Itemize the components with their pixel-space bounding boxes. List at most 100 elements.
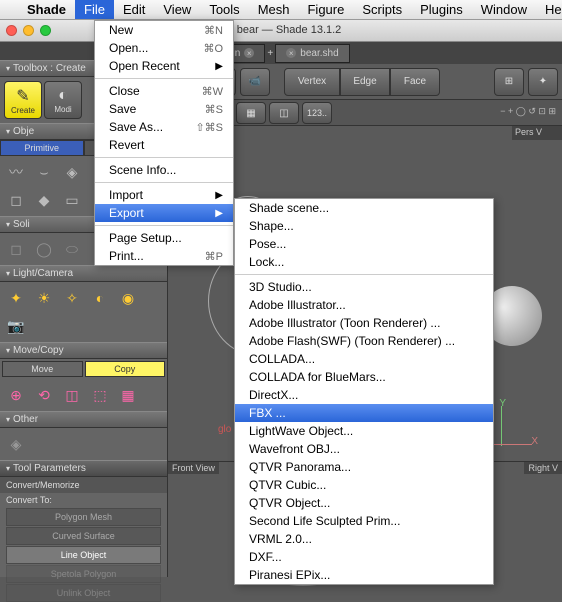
tool-parameters-header[interactable]: Tool Parameters	[0, 460, 167, 477]
menu-view[interactable]: View	[154, 0, 200, 19]
export-wavefront-obj[interactable]: Wavefront OBJ...	[235, 440, 493, 458]
other-header[interactable]: Other	[0, 411, 167, 428]
light-camera-header[interactable]: Light/Camera	[0, 265, 167, 282]
export-qtvr-panorama[interactable]: QTVR Panorama...	[235, 458, 493, 476]
menu-open-recent[interactable]: Open Recent▶	[95, 57, 233, 75]
export-qtvr-object[interactable]: QTVR Object...	[235, 494, 493, 512]
menu-edit[interactable]: Edit	[114, 0, 154, 19]
close-icon[interactable]: ×	[244, 48, 254, 58]
menu-export[interactable]: Export▶	[95, 204, 233, 222]
toolbar-icon[interactable]: ◫	[269, 102, 299, 124]
face-mode-button[interactable]: Face	[390, 68, 440, 96]
solid-icon[interactable]: ⬭	[60, 237, 84, 261]
transform-icon[interactable]: ⬚	[88, 383, 112, 407]
export-3dstudio[interactable]: 3D Studio...	[235, 278, 493, 296]
export-dxf[interactable]: DXF...	[235, 548, 493, 566]
modify-tool-button[interactable]: ◐Modi	[44, 81, 82, 119]
light-icon[interactable]: ☀	[32, 286, 56, 310]
menu-save-as[interactable]: Save As...⇧⌘S	[95, 118, 233, 136]
menu-file[interactable]: File	[75, 0, 114, 19]
shape-icon[interactable]: ◈	[60, 160, 84, 184]
menu-scene-info[interactable]: Scene Info...	[95, 161, 233, 179]
export-lightwave[interactable]: LightWave Object...	[235, 422, 493, 440]
menu-tools[interactable]: Tools	[200, 0, 248, 19]
menu-save[interactable]: Save⌘S	[95, 100, 233, 118]
cube-icon[interactable]: ◻	[4, 188, 28, 212]
zoom-window-button[interactable]	[40, 25, 51, 36]
move-copy-header[interactable]: Move/Copy	[0, 342, 167, 359]
export-piranesi[interactable]: Piranesi EPix...	[235, 566, 493, 584]
primitive-tab[interactable]: Primitive	[0, 140, 84, 156]
convert-curved-surface[interactable]: Curved Surface	[6, 527, 161, 545]
export-illustrator[interactable]: Adobe Illustrator...	[235, 296, 493, 314]
menu-revert[interactable]: Revert	[95, 136, 233, 154]
menu-page-setup[interactable]: Page Setup...	[95, 229, 233, 247]
other-icon[interactable]: ◈	[4, 432, 28, 456]
u-curve-icon[interactable]: ⌣	[32, 160, 56, 184]
transform-icon[interactable]: ⊕	[4, 383, 28, 407]
shape-icon[interactable]: ▭	[60, 188, 84, 212]
curve-icon[interactable]: 〰	[4, 160, 28, 184]
convert-unlink-object[interactable]: Unlink Object	[6, 584, 161, 602]
viewport-label-front: Front View	[168, 462, 219, 474]
transform-icon[interactable]: ⟲	[32, 383, 56, 407]
menu-scripts[interactable]: Scripts	[353, 0, 411, 19]
toolbar-123-button[interactable]: 123..	[302, 102, 332, 124]
export-flash-toon[interactable]: Adobe Flash(SWF) (Toon Renderer) ...	[235, 332, 493, 350]
export-secondlife[interactable]: Second Life Sculpted Prim...	[235, 512, 493, 530]
close-icon[interactable]: ×	[286, 48, 296, 58]
export-pose[interactable]: Pose...	[235, 235, 493, 253]
light-icon[interactable]: ◉	[116, 286, 140, 310]
export-vrml[interactable]: VRML 2.0...	[235, 530, 493, 548]
menu-shade[interactable]: Shade	[18, 0, 75, 19]
convert-spetola-polygon[interactable]: Spetola Polygon	[6, 565, 161, 583]
y-axis-label: Y	[499, 398, 506, 409]
menu-new[interactable]: New⌘N	[95, 21, 233, 39]
export-qtvr-cubic[interactable]: QTVR Cubic...	[235, 476, 493, 494]
export-shape[interactable]: Shape...	[235, 217, 493, 235]
export-shade-scene[interactable]: Shade scene...	[235, 199, 493, 217]
widget-icon[interactable]: ⊞	[494, 68, 524, 96]
copy-button[interactable]: Copy	[85, 361, 166, 377]
viewport-controls[interactable]: − + ◯ ↺ ⊡ ⊞	[500, 106, 556, 117]
create-tool-button[interactable]: ✎Create	[4, 81, 42, 119]
doc-tab[interactable]: ×bear.shd	[275, 44, 349, 63]
export-directx[interactable]: DirectX...	[235, 386, 493, 404]
menu-print[interactable]: Print...⌘P	[95, 247, 233, 265]
vertex-mode-button[interactable]: Vertex	[284, 68, 340, 96]
menu-plugins[interactable]: Plugins	[411, 0, 472, 19]
light-icon[interactable]: ✧	[60, 286, 84, 310]
export-fbx[interactable]: FBX ...	[235, 404, 493, 422]
camera-icon[interactable]: 📷	[4, 314, 28, 338]
move-button[interactable]: Move	[2, 361, 83, 377]
menu-help[interactable]: Help	[536, 0, 562, 19]
shape-icon[interactable]: ◆	[32, 188, 56, 212]
menu-open[interactable]: Open...⌘O	[95, 39, 233, 57]
menu-import[interactable]: Import▶	[95, 186, 233, 204]
export-lock[interactable]: Lock...	[235, 253, 493, 271]
light-icon[interactable]: ◐	[88, 286, 112, 310]
convert-line-object[interactable]: Line Object	[6, 546, 161, 564]
convert-memorize-label: Convert/Memorize	[0, 477, 167, 493]
menu-mesh[interactable]: Mesh	[249, 0, 299, 19]
menu-figure[interactable]: Figure	[298, 0, 353, 19]
menu-close[interactable]: Close⌘W	[95, 82, 233, 100]
convert-polygon-mesh[interactable]: Polygon Mesh	[6, 508, 161, 526]
light-icon[interactable]: ✦	[4, 286, 28, 310]
close-window-button[interactable]	[6, 25, 17, 36]
export-illustrator-toon[interactable]: Adobe Illustrator (Toon Renderer) ...	[235, 314, 493, 332]
transform-icon[interactable]: ◫	[60, 383, 84, 407]
solid-icon[interactable]: ◻	[4, 237, 28, 261]
menu-window[interactable]: Window	[472, 0, 536, 19]
export-collada[interactable]: COLLADA...	[235, 350, 493, 368]
camera-view-icon[interactable]: 📹	[240, 68, 270, 96]
minimize-window-button[interactable]	[23, 25, 34, 36]
solid-icon[interactable]: ◯	[32, 237, 56, 261]
toolbar-icon[interactable]: ▦	[236, 102, 266, 124]
transform-icon[interactable]: ▦	[116, 383, 140, 407]
tool-icon[interactable]: ✦	[528, 68, 558, 96]
x-axis-label: X	[531, 436, 538, 447]
edge-mode-button[interactable]: Edge	[340, 68, 390, 96]
window-titlebar: bear — Shade 13.1.2	[0, 20, 562, 42]
export-collada-bluemars[interactable]: COLLADA for BlueMars...	[235, 368, 493, 386]
